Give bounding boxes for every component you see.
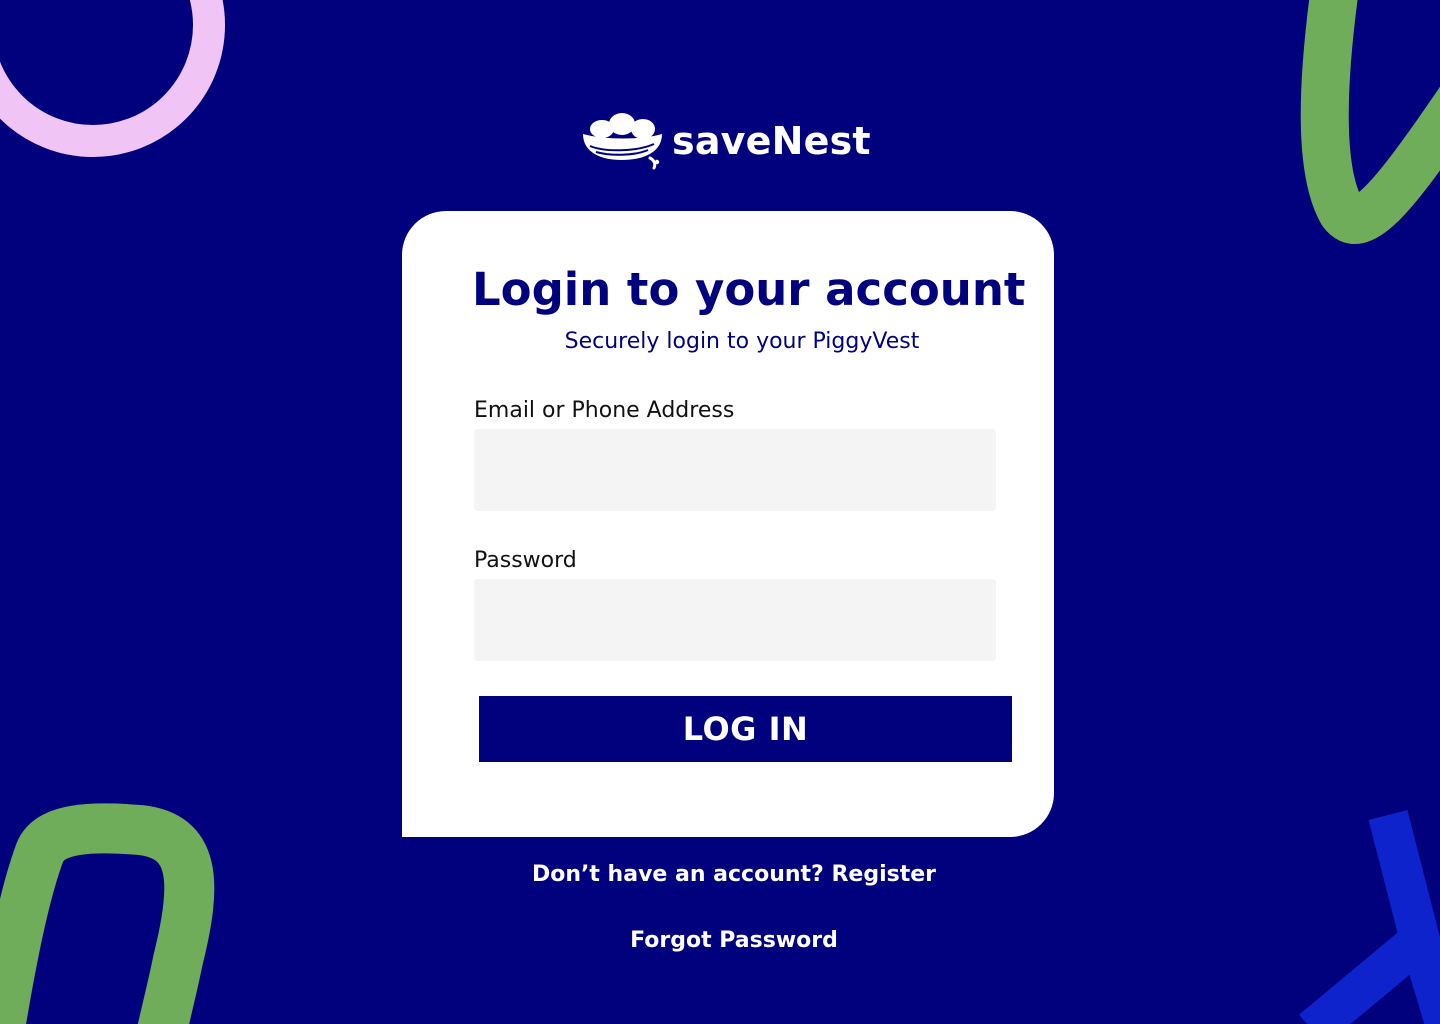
blue-y-decoration-bottom-right <box>1299 810 1440 1024</box>
password-label: Password <box>474 548 577 573</box>
green-hook-decoration-top-right <box>1300 0 1440 244</box>
register-prompt-text: Don’t have an account? <box>531 862 832 887</box>
email-label: Email or Phone Address <box>474 398 735 423</box>
email-field[interactable] <box>474 429 996 511</box>
brand-logo: saveNest <box>580 110 871 172</box>
pink-ring-decoration <box>0 0 225 157</box>
green-arch-decoration-bottom-left <box>0 803 215 1024</box>
forgot-password-link[interactable]: Forgot Password <box>434 928 1034 953</box>
brand-name: saveNest <box>672 119 871 163</box>
login-card: Login to your account Securely login to … <box>402 211 1054 837</box>
register-link[interactable]: Register <box>831 862 936 887</box>
register-prompt: Don’t have an account? Register <box>434 862 1034 887</box>
page-subtitle: Securely login to your PiggyVest <box>564 329 920 354</box>
password-field[interactable] <box>474 579 996 661</box>
login-button[interactable]: LOG IN <box>479 696 1012 762</box>
nest-with-eggs-icon <box>583 113 662 170</box>
page-title: Login to your account <box>472 263 1026 316</box>
